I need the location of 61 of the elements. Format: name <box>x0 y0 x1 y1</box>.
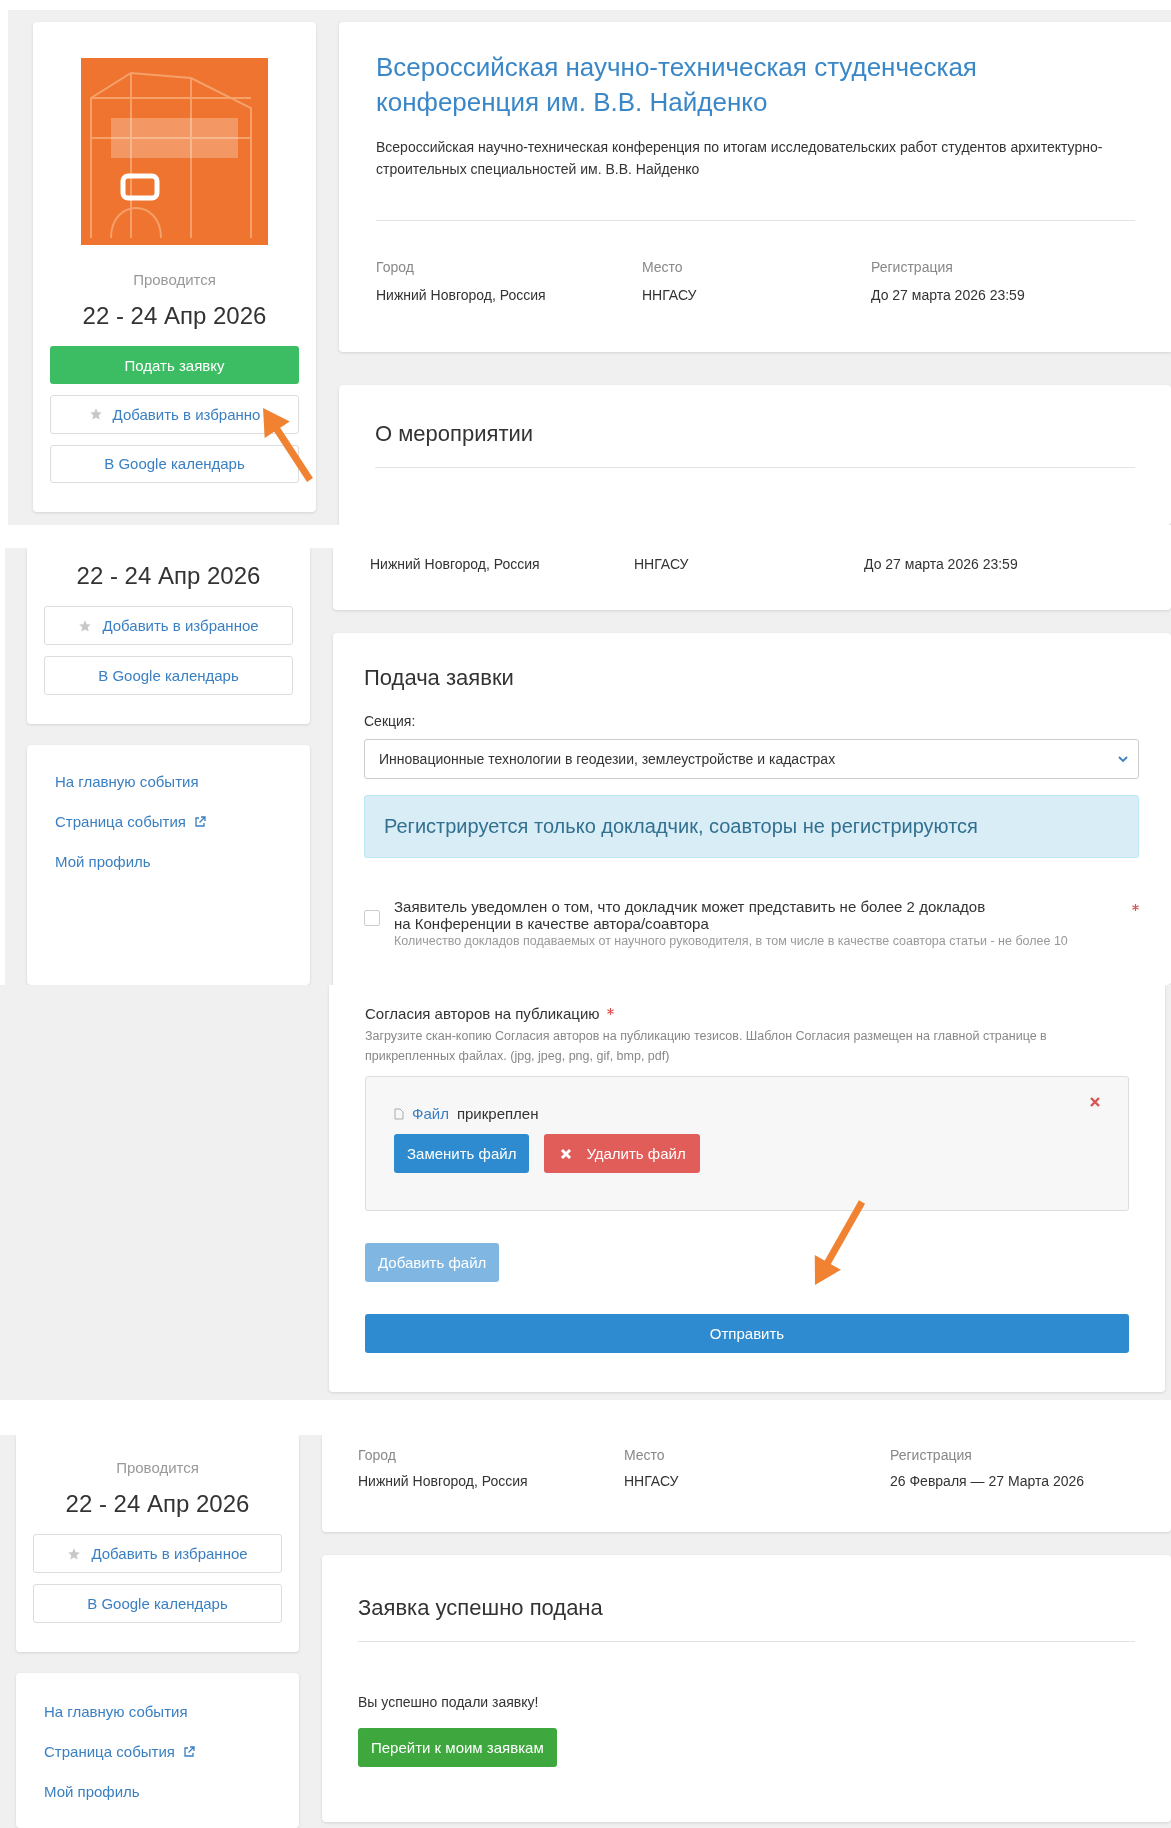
fact-value: Нижний Новгород, Россия <box>358 1473 529 1489</box>
nav-link[interactable]: На главную события <box>55 773 282 790</box>
select-value: Инновационные технологии в геодезии, землеустройстве и кадастрах <box>379 751 836 767</box>
fact-value: Нижний Новгород, Россия <box>376 287 547 303</box>
fact-label: Город <box>358 1447 397 1463</box>
field-label: Секция: <box>364 713 417 729</box>
file-link[interactable]: Файл <box>412 1105 449 1122</box>
cross-icon <box>560 1147 573 1160</box>
favorite-button[interactable]: Добавить в избранное <box>44 606 293 645</box>
event-title: Всероссийская научно-техническая студенческая конференция им. В.В. Найденко <box>376 51 978 119</box>
fact-label: Регистрация <box>890 1447 973 1463</box>
replace-file-button[interactable]: Заменить файл <box>394 1134 530 1173</box>
close-icon <box>1090 1097 1100 1107</box>
delete-file-button[interactable]: Удалить файл <box>544 1134 700 1173</box>
info-notice: Регистрируется только докладчик, соавторы не регистрируются <box>364 795 1139 858</box>
star-icon <box>78 618 93 633</box>
checkbox[interactable] <box>364 910 380 926</box>
event-dates: 22 - 24 Апр 2026 <box>82 302 267 330</box>
help-text: Загрузите скан-копию Согласия авторов на публикацию тезисов. Шаблон Согласия размещен на главной странице в прикрепленных файлах. (jpg, jpeg, png, gif, bmp, pdf) <box>365 1028 1048 1065</box>
my-applications-button[interactable]: Перейти к моим заявкам <box>358 1728 557 1767</box>
section-title: О мероприятии <box>375 421 535 447</box>
fact-value: Нижний Новгород, Россия <box>370 556 541 572</box>
nav-link[interactable]: Мой профиль <box>55 853 282 870</box>
event-dates: 22 - 24 Апр 2026 <box>65 1490 250 1518</box>
calendar-button[interactable]: В Google календарь <box>33 1584 282 1623</box>
fact-label: Место <box>624 1447 666 1463</box>
attachment-status: прикреплен <box>456 1105 539 1122</box>
fact-label: Город <box>376 259 415 275</box>
favorite-button[interactable]: Добавить в избранное <box>33 1534 282 1573</box>
star-icon <box>67 1546 82 1561</box>
nav-link[interactable]: На главную события <box>44 1703 271 1720</box>
fact-value: 26 Февраля — 27 Марта 2026 <box>890 1473 1086 1489</box>
fact-value: ННГАСУ <box>642 287 698 303</box>
fact-label: Регистрация <box>871 259 954 275</box>
fact-value: ННГАСУ <box>634 556 690 572</box>
fact-label: Место <box>642 259 684 275</box>
favorite-button[interactable]: Добавить в избранно <box>50 395 299 434</box>
submit-button[interactable]: Отправить <box>365 1314 1129 1353</box>
fact-value: До 27 марта 2026 23:59 <box>871 287 1026 303</box>
status-text: Проводится <box>133 271 216 288</box>
nav-link[interactable]: Страница события <box>44 1743 271 1760</box>
status-text: Проводится <box>116 1459 199 1476</box>
success-message: Вы успешно подали заявку! <box>358 1694 540 1710</box>
calendar-button[interactable]: В Google календарь <box>44 656 293 695</box>
fact-value: До 27 марта 2026 23:59 <box>864 556 1019 572</box>
chevron-down-icon <box>1118 755 1128 763</box>
document-icon <box>394 1107 404 1120</box>
apply-button[interactable]: Подать заявку <box>50 346 299 385</box>
form-title: Подача заявки <box>364 665 515 691</box>
field-label: Согласия авторов на публикацию <box>365 1005 600 1022</box>
star-icon <box>88 407 103 422</box>
nav-link[interactable]: Страница события <box>55 813 282 830</box>
section-select[interactable]: Инновационные технологии в геодезии, землеустройстве и кадастрах <box>364 739 1139 779</box>
fact-value: ННГАСУ <box>624 1473 680 1489</box>
calendar-button[interactable]: В Google календарь <box>50 444 299 483</box>
checkbox-label: Заявитель уведомлен о том, что докладчик может представить не более 2 докладов на Конференции в качестве автора/соавтора <box>394 898 987 932</box>
hint-text: Количество докладов подаваемых от научного руководителя, в том числе в качестве соавтора статьи - не более 10 <box>394 934 1069 948</box>
nav-link[interactable]: Мой профиль <box>44 1783 271 1800</box>
event-dates: 22 - 24 Апр 2026 <box>76 562 261 590</box>
result-title: Заявка успешно подана <box>358 1595 604 1621</box>
event-description: Всероссийская научно-техническая конференция по итогам исследовательских работ студентов архитектурно-строительных специальностей им. В.В. Найденко <box>376 138 1104 179</box>
